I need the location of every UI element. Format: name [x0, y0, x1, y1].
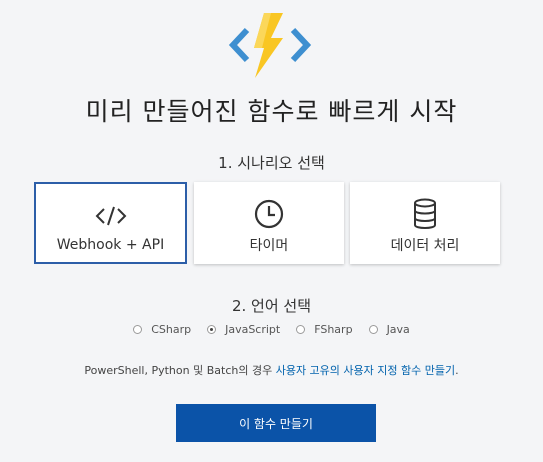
- code-brackets-icon: [95, 206, 126, 226]
- clock-icon: [254, 199, 284, 229]
- azure-functions-logo-icon: [228, 13, 312, 78]
- scenario-step-title: 1. 시나리오 선택: [218, 154, 325, 172]
- note-text: PowerShell, Python 및 Batch의 경우: [84, 364, 276, 377]
- scenario-card-data-processing[interactable]: 데이터 처리: [350, 182, 500, 264]
- database-icon: [414, 198, 436, 229]
- language-option-java[interactable]: Java: [368, 323, 410, 336]
- scenario-card-label: Webhook + API: [56, 237, 165, 253]
- language-option-fsharp[interactable]: FSharp: [296, 323, 353, 336]
- create-function-button[interactable]: 이 함수 만들기: [176, 404, 376, 442]
- note-suffix: .: [455, 364, 459, 377]
- radio-button[interactable]: [368, 325, 378, 334]
- create-custom-function-link[interactable]: 사용자 고유의 사용자 지정 함수 만들기: [276, 364, 455, 377]
- language-radio-group: CSharp JavaScript FSharp Java: [0, 323, 543, 336]
- language-label: FSharp: [314, 323, 353, 336]
- scenario-card-label: 타이머: [249, 238, 289, 254]
- page-title: 미리 만들어진 함수로 빠르게 시작: [85, 97, 458, 126]
- radio-button[interactable]: [207, 325, 217, 334]
- scenario-card-label: 데이터 처리: [390, 238, 460, 254]
- language-option-javascript[interactable]: JavaScript: [207, 323, 280, 336]
- scenario-card-webhook-api[interactable]: Webhook + API: [34, 182, 187, 264]
- radio-button[interactable]: [296, 325, 306, 334]
- language-option-csharp[interactable]: CSharp: [133, 323, 191, 336]
- scenario-cards: Webhook + API 타이머 데이터 처리: [34, 182, 500, 267]
- language-step-title: 2. 언어 선택: [231, 297, 312, 315]
- language-label: Java: [386, 323, 410, 336]
- radio-button[interactable]: [133, 325, 143, 334]
- language-label: JavaScript: [225, 323, 281, 336]
- language-label: CSharp: [151, 323, 192, 336]
- scenario-card-timer[interactable]: 타이머: [194, 182, 344, 264]
- custom-function-note: PowerShell, Python 및 Batch의 경우 사용자 고유의 사…: [0, 362, 543, 378]
